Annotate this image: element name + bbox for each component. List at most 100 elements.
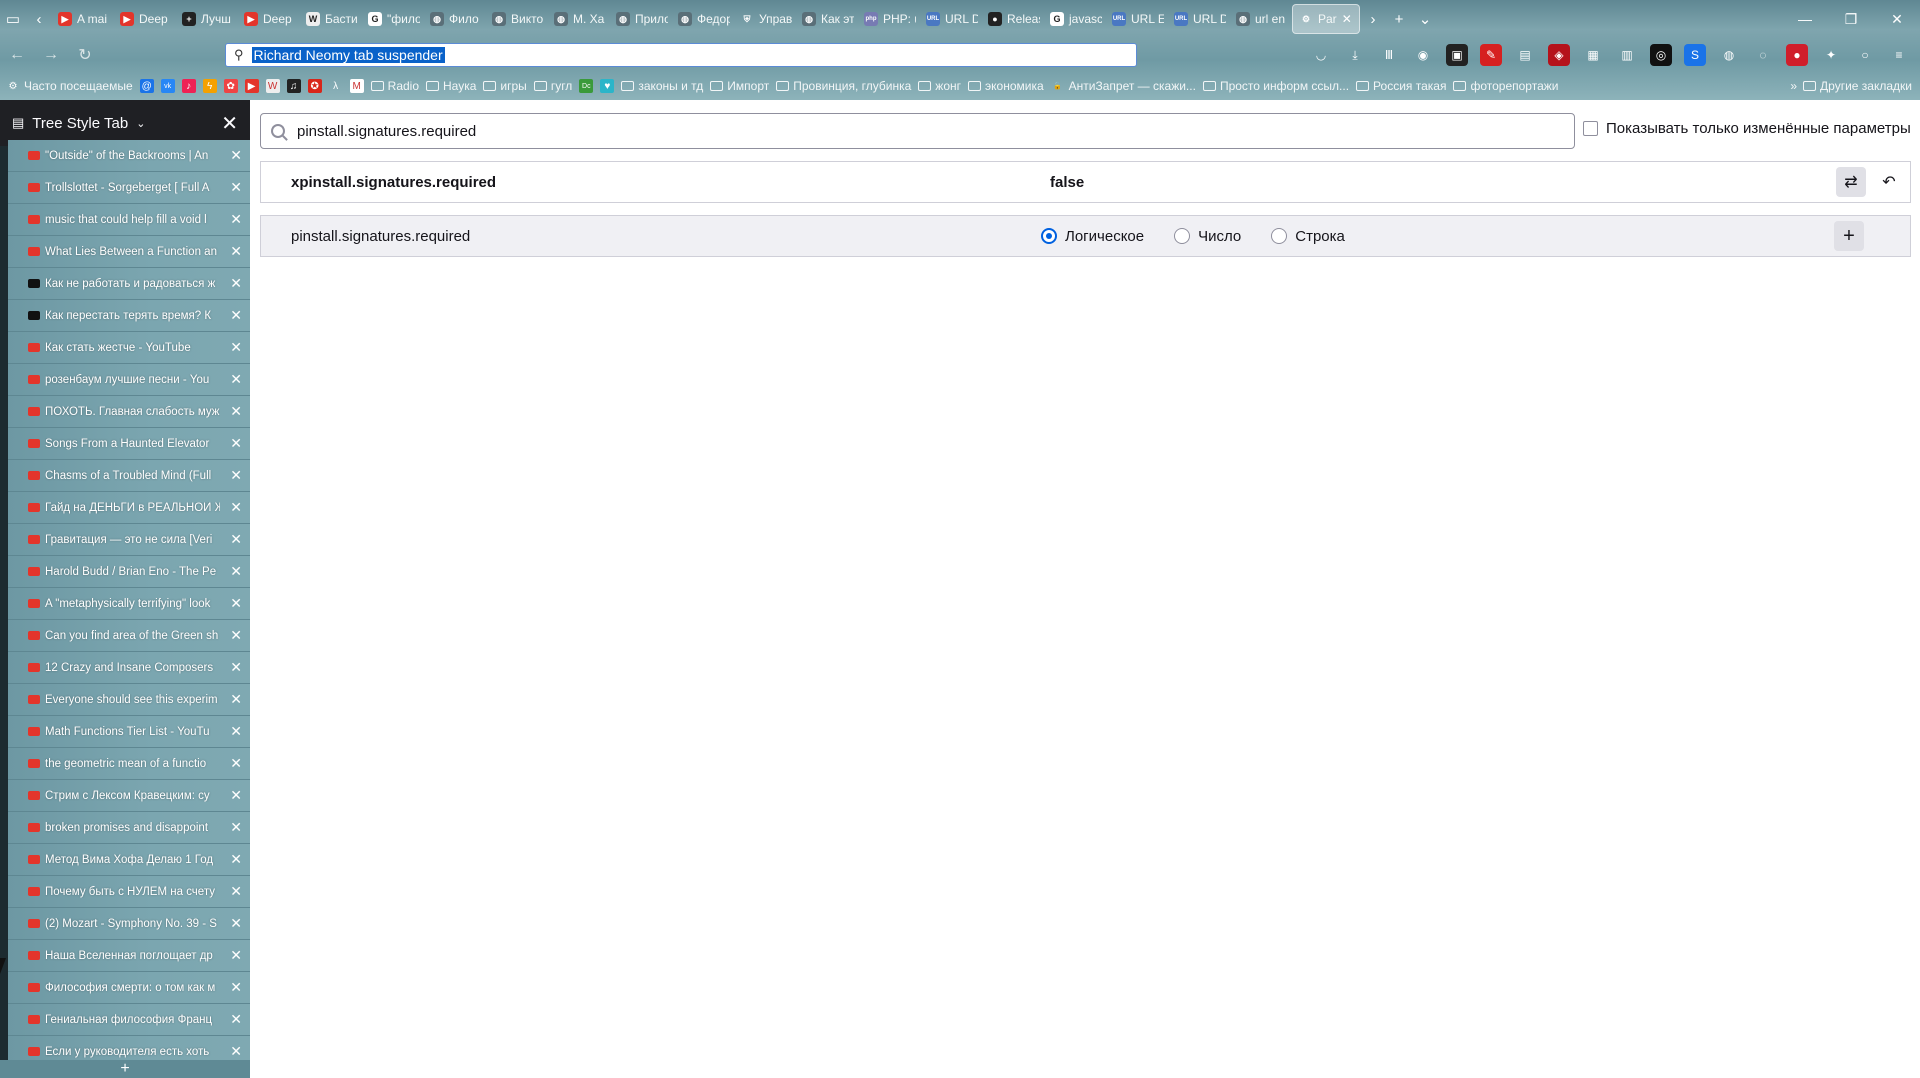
close-icon[interactable]: ✕: [230, 243, 242, 260]
radio-button[interactable]: [1271, 228, 1288, 244]
close-icon[interactable]: ✕: [230, 947, 242, 964]
sidebar-tab-item[interactable]: Harold Budd / Brian Eno - The Pe ✕: [8, 556, 250, 588]
close-icon[interactable]: ✕: [230, 691, 242, 708]
close-icon[interactable]: ✕: [230, 659, 242, 676]
sidebar-tab-item[interactable]: Math Functions Tier List - YouTu ✕: [8, 716, 250, 748]
restore-button[interactable]: ❐: [1828, 0, 1874, 38]
sidebar-tab-item[interactable]: What Lies Between a Function an ✕: [8, 236, 250, 268]
bookmark-24[interactable]: Просто информ ссыл...: [1202, 79, 1349, 93]
tab-0[interactable]: ▶ A mai: [52, 4, 110, 34]
close-icon[interactable]: ✕: [230, 851, 242, 868]
bookmark-23[interactable]: 🔓 АнтиЗапрет — скажи...: [1051, 79, 1196, 93]
extension-red-circle-icon[interactable]: ●: [1786, 44, 1808, 66]
type-radio-1[interactable]: Число: [1174, 228, 1241, 245]
other-bookmarks[interactable]: Другие закладки: [1803, 79, 1912, 93]
profile-circle-icon[interactable]: ○: [1854, 44, 1876, 66]
tab-12[interactable]: ◍ Как эт: [796, 4, 854, 34]
tab-15[interactable]: ● Releas: [982, 4, 1040, 34]
add-button[interactable]: +: [1834, 221, 1864, 251]
bookmark-17[interactable]: ♥: [600, 79, 615, 93]
close-icon[interactable]: ✕: [230, 563, 242, 580]
tab-1[interactable]: ▶ Deep: [114, 4, 172, 34]
library-icon[interactable]: Ⅲ: [1378, 44, 1400, 66]
reset-button[interactable]: ↶: [1874, 167, 1904, 197]
close-icon[interactable]: ✕: [230, 211, 242, 228]
close-icon[interactable]: ✕: [230, 467, 242, 484]
tab-5[interactable]: G "фило: [362, 4, 420, 34]
bookmark-26[interactable]: фоторепортажи: [1453, 79, 1558, 93]
sidebar-tab-item[interactable]: Гениальная философия Франц ✕: [8, 1004, 250, 1036]
bookmark-25[interactable]: Россия такая: [1356, 79, 1446, 93]
account-icon[interactable]: ◉: [1412, 44, 1434, 66]
extension-red-icon[interactable]: ✎: [1480, 44, 1502, 66]
extension-screen-icon[interactable]: ▤: [1514, 44, 1536, 66]
sidebar-tab-item[interactable]: розенбаум лучшие песни - You ✕: [8, 364, 250, 396]
close-icon[interactable]: ✕: [230, 979, 242, 996]
list-all-tabs-icon[interactable]: ⌄: [1412, 4, 1438, 34]
translate-icon[interactable]: ◌: [1752, 44, 1774, 66]
extension-dark-icon[interactable]: ▣: [1446, 44, 1468, 66]
sidebar-tab-item[interactable]: Почему быть с НУЛЕМ на счету ✕: [8, 876, 250, 908]
close-icon[interactable]: ✕: [230, 883, 242, 900]
bookmark-22[interactable]: экономика: [968, 79, 1044, 93]
tab-9[interactable]: ◍ Прило: [610, 4, 668, 34]
bookmark-1[interactable]: @: [139, 79, 154, 93]
tab-8[interactable]: ◍ М. Ха: [548, 4, 606, 34]
back-button[interactable]: ←: [0, 40, 34, 70]
tab-10[interactable]: ◍ Федор: [672, 4, 730, 34]
bookmark-12[interactable]: Radio: [370, 79, 419, 93]
close-window-button[interactable]: ✕: [1874, 0, 1920, 38]
tab-14[interactable]: URL URL D: [920, 4, 978, 34]
close-icon[interactable]: ✕: [230, 499, 242, 516]
bookmarks-overflow-icon[interactable]: »: [1790, 79, 1797, 93]
bookmark-2[interactable]: vk: [160, 79, 175, 93]
close-icon[interactable]: ✕: [230, 371, 242, 388]
sidebar-tab-item[interactable]: Как не работать и радоваться ж ✕: [8, 268, 250, 300]
tab-18[interactable]: URL URL D: [1168, 4, 1226, 34]
tab-3[interactable]: ▶ Deep: [238, 4, 296, 34]
close-icon[interactable]: ✕: [230, 435, 242, 452]
sidebar-tab-item[interactable]: Как стать жестче - YouTube ✕: [8, 332, 250, 364]
bookmark-11[interactable]: M: [349, 79, 364, 93]
close-icon[interactable]: ✕: [230, 819, 242, 836]
sidebar-tab-item[interactable]: Trollslottet - Sorgeberget [ Full A ✕: [8, 172, 250, 204]
show-modified-toggle[interactable]: Показывать только изменённые параметры: [1583, 120, 1911, 137]
menu-icon[interactable]: ≡: [1888, 44, 1910, 66]
tab-2[interactable]: + Лучш: [176, 4, 234, 34]
bookmark-21[interactable]: жонг: [918, 79, 961, 93]
ublock-icon[interactable]: ◈: [1548, 44, 1570, 66]
bookmark-4[interactable]: ϟ: [202, 79, 217, 93]
bookmark-16[interactable]: Dc: [579, 79, 594, 93]
url-text[interactable]: Richard Neomy tab suspender: [251, 47, 445, 63]
bookmark-0[interactable]: ⚙ Часто посещаемые: [6, 79, 133, 93]
close-icon[interactable]: ✕: [230, 339, 242, 356]
minimize-button[interactable]: —: [1782, 0, 1828, 38]
tab-6[interactable]: ◍ Фило: [424, 4, 482, 34]
sidebar-tab-item[interactable]: A "metaphysically terrifying" look ✕: [8, 588, 250, 620]
extension-box-icon[interactable]: ▥: [1616, 44, 1638, 66]
close-icon[interactable]: ✕: [230, 307, 242, 324]
close-icon[interactable]: ✕: [230, 403, 242, 420]
bookmark-10[interactable]: λ: [329, 79, 343, 93]
scroll-tabs-left-icon[interactable]: ‹: [26, 4, 52, 34]
tab-16[interactable]: Gjavasc: [1044, 4, 1102, 34]
show-modified-checkbox[interactable]: [1583, 121, 1598, 136]
extension-grid-icon[interactable]: ▦: [1582, 44, 1604, 66]
reload-button[interactable]: ↻: [68, 40, 102, 70]
close-icon[interactable]: ✕: [230, 147, 242, 164]
sidebar-tab-item[interactable]: Наша Вселенная поглощает др ✕: [8, 940, 250, 972]
pocket-icon[interactable]: ◡: [1310, 44, 1332, 66]
close-icon[interactable]: ✕: [230, 787, 242, 804]
sidebar-new-tab-button[interactable]: +: [0, 1060, 250, 1078]
extension-globe-color-icon[interactable]: ◍: [1718, 44, 1740, 66]
config-search-box[interactable]: [260, 113, 1575, 149]
radio-button[interactable]: [1041, 228, 1057, 244]
tab-17[interactable]: URL URL E: [1106, 4, 1164, 34]
bookmark-3[interactable]: ♪: [181, 79, 196, 93]
tab-7[interactable]: ◍ Викто: [486, 4, 544, 34]
url-bar[interactable]: ⚲ Richard Neomy tab suspender: [225, 43, 1137, 67]
close-icon[interactable]: ✕: [230, 755, 242, 772]
sidebar-tab-item[interactable]: Everyone should see this experim ✕: [8, 684, 250, 716]
downloads-icon[interactable]: ⤓: [1344, 44, 1366, 66]
close-icon[interactable]: ✕: [221, 111, 238, 136]
